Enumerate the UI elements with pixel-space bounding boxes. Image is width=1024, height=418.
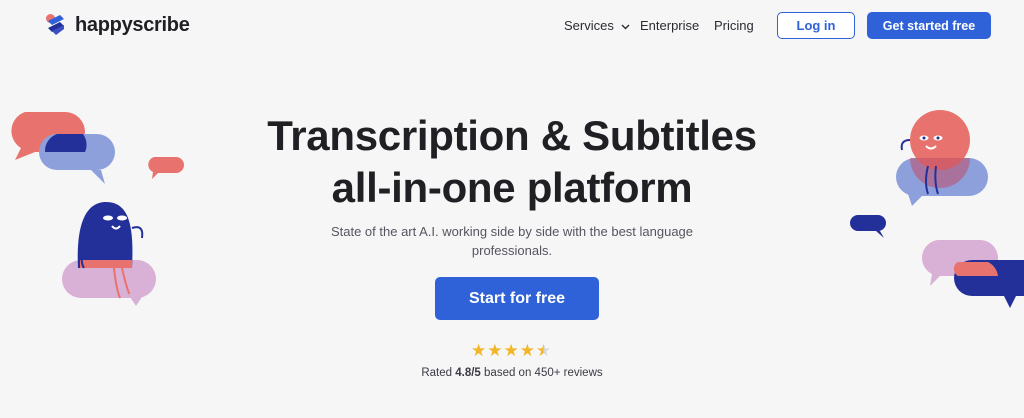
rating-score: 4.8/5 <box>455 367 481 379</box>
hero-title-line-2: all-in-one platform <box>331 164 693 211</box>
rating-suffix: based on 450+ reviews <box>484 367 603 379</box>
half-star-icon: ★ <box>536 341 552 360</box>
pricing-link[interactable]: Pricing <box>714 18 754 33</box>
left-speech-bubbles-illustration <box>11 112 115 184</box>
hero-title: Transcription & Subtitles all-in-one pla… <box>212 110 812 214</box>
right-ball-character-illustration <box>896 110 988 206</box>
small-navy-bubble-icon <box>850 215 886 238</box>
rating-text: Rated 4.8/5 based on 450+ reviews <box>362 367 662 379</box>
start-for-free-button[interactable]: Start for free <box>435 277 599 320</box>
hero-title-line-1: Transcription & Subtitles <box>267 112 757 159</box>
small-coral-bubble-icon <box>148 157 184 179</box>
rating-stars: ★ ★ ★ ★ ★ <box>471 342 551 360</box>
hero-subtitle: State of the art A.I. working side by si… <box>330 224 694 258</box>
right-speech-bubbles-illustration <box>922 240 1024 308</box>
services-menu[interactable]: Services <box>564 18 630 33</box>
brand-name: happyscribe <box>75 13 190 36</box>
star-icon: ★ <box>503 341 519 360</box>
star-icon: ★ <box>471 341 487 360</box>
star-icon: ★ <box>487 341 503 360</box>
chevron-down-icon <box>621 24 630 30</box>
services-label: Services <box>564 18 614 33</box>
get-started-button[interactable]: Get started free <box>867 12 991 39</box>
star-icon: ★ <box>519 341 535 360</box>
brand-logo[interactable]: happyscribe <box>43 12 190 38</box>
top-navigation: happyscribe Services Enterprise Pricing … <box>0 0 1024 54</box>
enterprise-link[interactable]: Enterprise <box>640 18 699 33</box>
login-button[interactable]: Log in <box>777 12 855 39</box>
left-blob-character-illustration <box>62 202 156 306</box>
rating-prefix: Rated <box>421 367 453 379</box>
happyscribe-logo-icon <box>46 14 64 35</box>
